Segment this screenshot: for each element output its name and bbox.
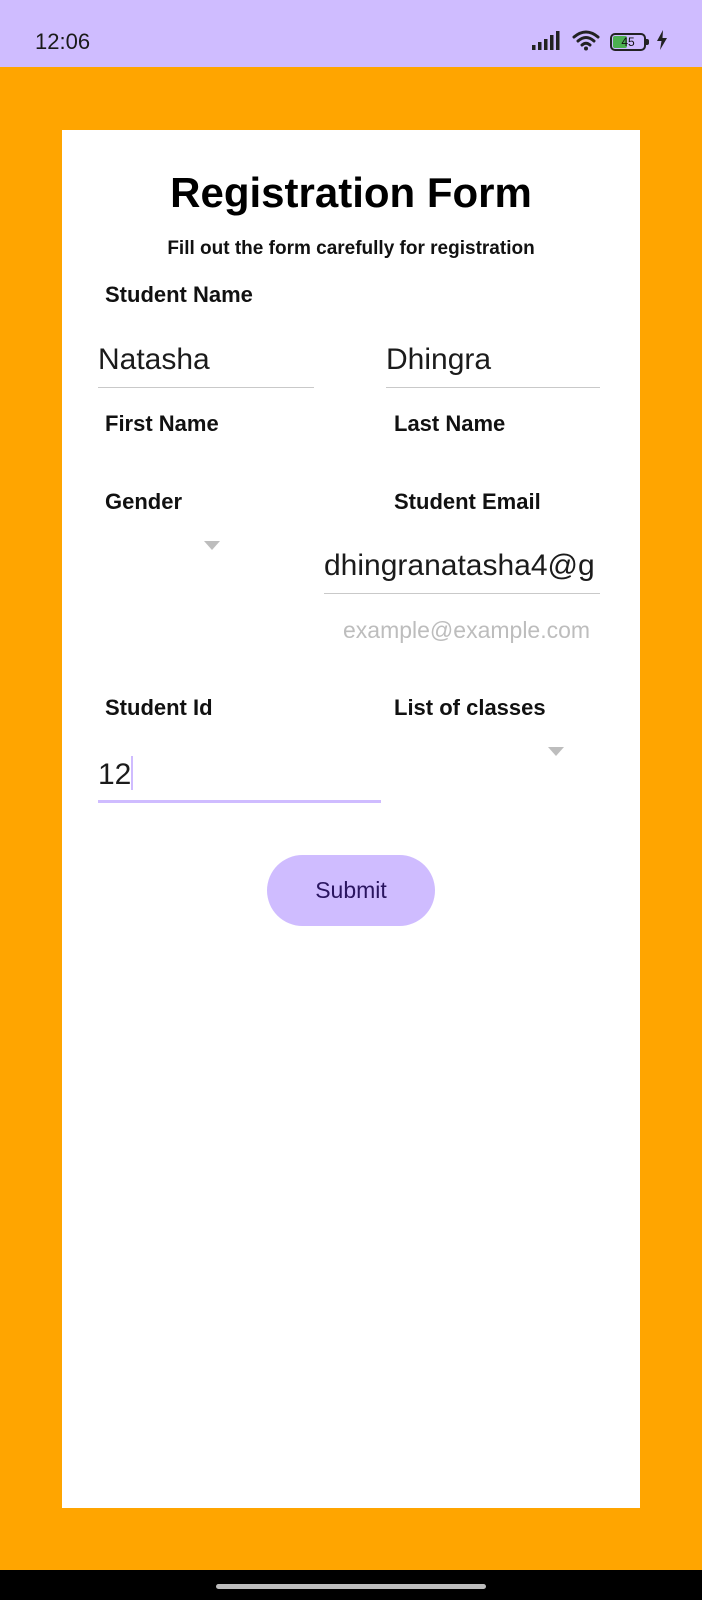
email-hint: example@example.com (343, 617, 591, 643)
charging-icon (656, 29, 668, 55)
gender-label: Gender (105, 489, 183, 514)
student-email-input[interactable]: dhingranatasha4@g (324, 546, 600, 594)
navigation-bar (0, 1570, 702, 1600)
page-subtitle: Fill out the form carefully for registra… (167, 238, 535, 259)
status-bar: 12:06 45 (0, 0, 702, 67)
student-id-input[interactable]: 12 (98, 755, 381, 803)
classes-dropdown[interactable] (394, 736, 574, 776)
battery-icon: 45 (610, 33, 649, 51)
last-name-input[interactable]: Dhingra (386, 340, 600, 388)
submit-button[interactable]: Submit (267, 855, 435, 926)
registration-card: Registration Form Fill out the form care… (62, 130, 640, 1508)
student-email-value: dhingranatasha4@g (324, 549, 595, 582)
dropdown-arrow-icon (204, 541, 220, 550)
signal-icon (532, 30, 562, 55)
page-title: Registration Form (170, 169, 532, 216)
student-name-label: Student Name (105, 282, 253, 307)
last-name-value: Dhingra (386, 343, 492, 376)
wifi-icon (572, 29, 600, 56)
first-name-value: Natasha (98, 343, 210, 376)
home-gesture-handle[interactable] (216, 1584, 486, 1589)
status-time: 12:06 (35, 29, 91, 54)
battery-level: 45 (621, 35, 635, 49)
student-id-value: 12 (98, 758, 132, 791)
gender-dropdown[interactable] (98, 530, 228, 570)
dropdown-arrow-icon (548, 747, 564, 756)
last-name-label: Last Name (394, 411, 506, 436)
text-cursor (131, 756, 134, 790)
student-id-label: Student Id (105, 695, 213, 720)
classes-label: List of classes (394, 695, 546, 720)
first-name-label: First Name (105, 411, 219, 436)
status-icons: 45 (532, 27, 668, 57)
first-name-input[interactable]: Natasha (98, 340, 314, 388)
student-email-label: Student Email (394, 489, 541, 514)
